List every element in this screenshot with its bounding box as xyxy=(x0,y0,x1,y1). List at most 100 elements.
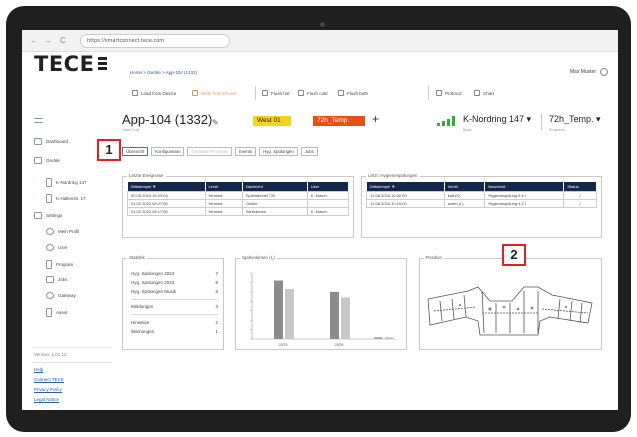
chart-button[interactable]: Chart xyxy=(474,90,494,96)
sidebar-item-label: Geräte xyxy=(46,158,60,163)
tab-planned-processes[interactable]: Geplante Prozesse xyxy=(187,147,233,156)
button-label: Flush hot xyxy=(271,90,290,96)
tab-events[interactable]: Events xyxy=(235,147,257,156)
write-to-device-button[interactable]: Write from Device xyxy=(192,90,237,96)
sidebar-item-device-2[interactable]: K-Hallenstr. 17 xyxy=(46,194,86,203)
protocol-button[interactable]: Protocol xyxy=(436,90,462,96)
sidebar-item-device-1[interactable]: K-Nordring 147 xyxy=(46,178,87,187)
document-icon xyxy=(436,90,442,96)
column-header: Ventil xyxy=(444,182,486,191)
user-name: Max Muster xyxy=(569,69,596,75)
help-link[interactable]: Help xyxy=(34,367,43,372)
add-icon[interactable]: + xyxy=(372,112,379,126)
button-label: Protocol xyxy=(445,90,462,96)
reload-icon[interactable]: C xyxy=(60,36,66,46)
stat-label: Hinweise xyxy=(131,320,150,325)
asset-icon xyxy=(46,308,52,317)
flushes-table: Zeitstempel ▼ Ventil Nachricht Status 12… xyxy=(366,182,597,208)
version-label: Version: 1.01.12 xyxy=(34,352,67,357)
button-label: Flush cold xyxy=(307,90,328,96)
table-cell xyxy=(306,198,350,208)
x-tick-label: 2023 xyxy=(279,342,289,347)
divider xyxy=(131,314,218,315)
sidebar-item-user[interactable]: User xyxy=(46,244,68,251)
stat-label: Hyg. Spülungen Musik xyxy=(131,289,177,294)
tab-hyg-flushes[interactable]: Hyg. Spülungen xyxy=(259,147,298,156)
table-cell: 02.05.2024 10:23:03 xyxy=(127,190,206,200)
table-cell: 12.08.2024 10:32:00 xyxy=(366,190,445,200)
events-table: Zeitstempel ▼ Level Nachricht User 02.05… xyxy=(127,182,350,216)
panel-title: Statistik xyxy=(127,255,147,260)
profile-icon xyxy=(46,228,54,235)
table-row: 01.02.2023 08:17:00 Hinweis Werkabnen K.… xyxy=(127,206,350,216)
floor-plan[interactable] xyxy=(420,261,601,349)
table-cell: Online xyxy=(241,198,308,208)
flush-both-button[interactable]: Flush both xyxy=(338,90,368,96)
faucet-icon xyxy=(298,90,304,96)
table-cell: kalt (K) xyxy=(443,190,486,200)
forward-icon[interactable]: → xyxy=(44,36,52,46)
camera xyxy=(320,22,325,27)
table-row: 02.05.2024 10:23:03 Hinweis Spülinterval… xyxy=(127,190,350,200)
table-cell: warm (L) xyxy=(443,198,486,208)
stat-label: Warnungen xyxy=(131,329,155,334)
sidebar-item-settings[interactable]: Settings xyxy=(34,212,62,219)
table-cell: Hinweis xyxy=(204,198,243,208)
sidebar-item-asset[interactable]: Asset xyxy=(46,308,67,317)
back-icon[interactable]: ← xyxy=(30,36,38,46)
sidebar-item-jobs[interactable]: Jobs xyxy=(46,276,68,283)
column-header[interactable]: Zeitstempel ▼ xyxy=(127,182,206,191)
load-from-device-button[interactable]: Load from Device xyxy=(132,90,176,96)
sidebar-item-devices[interactable]: Geräte xyxy=(34,157,60,164)
column-header: Status xyxy=(563,182,597,191)
stat-label: Meldungen xyxy=(131,304,154,309)
panel-title: Position xyxy=(424,255,445,260)
button-label: Load from Device xyxy=(141,90,177,96)
sidebar-item-gateway[interactable]: Gateway xyxy=(46,292,76,299)
position-panel: Position xyxy=(419,255,602,350)
table-row: 12.08.2024 10:32:00 kalt (K) Hygienespül… xyxy=(366,190,597,200)
table-cell: Hygienespülung 4.2 l xyxy=(484,198,565,208)
site-select[interactable]: K-Nordring 147 ▾ xyxy=(463,114,531,125)
stat-label: Hyg. Spülungen 2024 xyxy=(131,271,175,276)
sidebar-item-dashboard[interactable]: Dashboard xyxy=(34,138,68,145)
user-icon xyxy=(46,244,54,251)
url-input[interactable]: https://smartconnect.tece.com xyxy=(80,34,230,48)
column-header[interactable]: Zeitstempel ▼ xyxy=(366,182,445,191)
table-cell: K. Mauer xyxy=(306,206,350,216)
sidebar-item-program[interactable]: Program xyxy=(46,260,73,269)
tab-configuration[interactable]: Konfiguration xyxy=(151,147,185,156)
column-header: Nachricht xyxy=(484,182,565,191)
faucet-icon xyxy=(262,90,268,96)
tab-jobs[interactable]: Jobs xyxy=(300,147,318,156)
table-cell: Werkabnen xyxy=(241,206,308,216)
privacy-policy-link[interactable]: Privacy Policy xyxy=(34,387,62,392)
flushes-panel: Letzt. Hygienespülungen Zeitstempel ▼ Ve… xyxy=(361,173,602,238)
callout-1: 1 xyxy=(97,139,121,161)
sidebar-item-label: K-Hallenstr. 17 xyxy=(56,196,86,201)
table-cell: Hinweis xyxy=(204,206,243,216)
dashboard-icon xyxy=(34,138,42,145)
flush-hot-button[interactable]: Flush hot xyxy=(262,90,290,96)
sidebar-item-label: Mein Profil xyxy=(58,229,80,234)
stat-value: 7 xyxy=(215,271,218,276)
sidebar-item-profile[interactable]: Mein Profil xyxy=(46,228,79,235)
connect-tece-link[interactable]: Connect TECE xyxy=(34,377,64,382)
stat-value: 1 xyxy=(215,329,218,334)
column-header: User xyxy=(307,182,350,191)
tab-overview[interactable]: Übersicht xyxy=(122,147,149,156)
hamburger-icon[interactable] xyxy=(34,118,43,123)
user-menu[interactable]: Max Muster xyxy=(570,68,608,76)
volume-panel: Spülvolumen (L) 2023 2024 xyxy=(235,255,407,350)
signal-icon xyxy=(437,116,455,126)
pencil-icon[interactable]: ✎ xyxy=(212,118,219,127)
breadcrumb[interactable]: Home > Geräte > App-104 (1332) xyxy=(130,70,197,75)
button-label: Flush both xyxy=(347,90,369,96)
legal-notice-link[interactable]: Legal Notice xyxy=(34,397,59,402)
table-cell: Hinweis xyxy=(204,190,243,200)
mode-select[interactable]: 72h_Temp. ▾ xyxy=(549,114,601,125)
sidebar-item-label: K-Nordring 147 xyxy=(56,180,87,185)
check-icon: ✓ xyxy=(563,198,597,208)
flush-cold-button[interactable]: Flush cold xyxy=(298,90,328,96)
panel-title: Letzte Ereignisse xyxy=(127,173,166,178)
